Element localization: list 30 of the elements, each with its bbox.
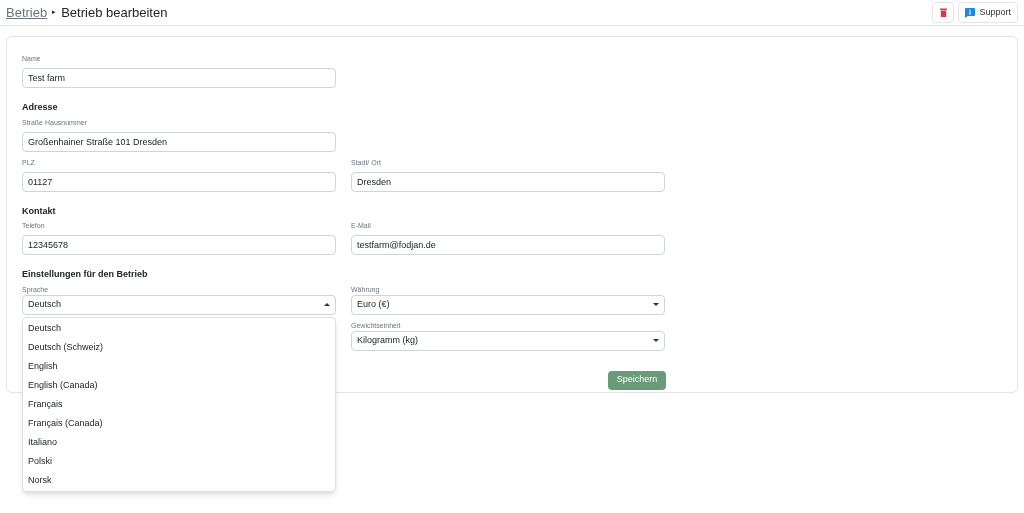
trash-icon [939,8,947,17]
select-field[interactable]: Deutsch [22,294,336,315]
caret-down-icon [653,339,659,342]
input-field[interactable]: 01127 [22,171,336,192]
dropdown-option[interactable]: Français (Canada) [23,413,335,433]
dropdown-option[interactable]: English [23,356,335,376]
delete-button[interactable] [932,2,955,23]
dropdown-option[interactable]: Norsk [23,470,335,490]
input-field[interactable]: testfarm@fodjan.de [351,235,665,255]
select-field[interactable]: Euro (€) [351,294,665,315]
dropdown-option[interactable]: English (Canada) [23,375,335,395]
caret-down-icon [653,303,659,306]
caret-up-icon [324,303,330,306]
dropdown-option[interactable]: Français [23,394,335,414]
dropdown-option[interactable]: Deutsch (Schweiz) [23,337,335,357]
dropdown-option[interactable]: Italiano [23,432,335,452]
input-field[interactable]: 12345678 [22,235,336,255]
input-field[interactable]: Test farm [22,68,336,88]
section-heading: Kontakt [22,204,57,218]
select-field[interactable]: Kilogramm (kg) [351,330,665,351]
page-title: Betrieb bearbeiten [61,3,168,22]
section-heading: Einstellungen für den Betrieb [22,268,149,281]
dropdown-option[interactable]: Deutsch [23,318,335,338]
dropdown-option[interactable]: Polski [23,451,335,471]
breadcrumb-link[interactable]: Betrieb [6,2,48,23]
section-heading: Adresse [22,101,59,114]
input-field[interactable]: Großenhainer Straße 101 Dresden [22,131,336,152]
support-button[interactable]: Support [958,2,1018,23]
info-chat-icon [965,7,976,18]
input-field[interactable]: Dresden [351,171,665,192]
